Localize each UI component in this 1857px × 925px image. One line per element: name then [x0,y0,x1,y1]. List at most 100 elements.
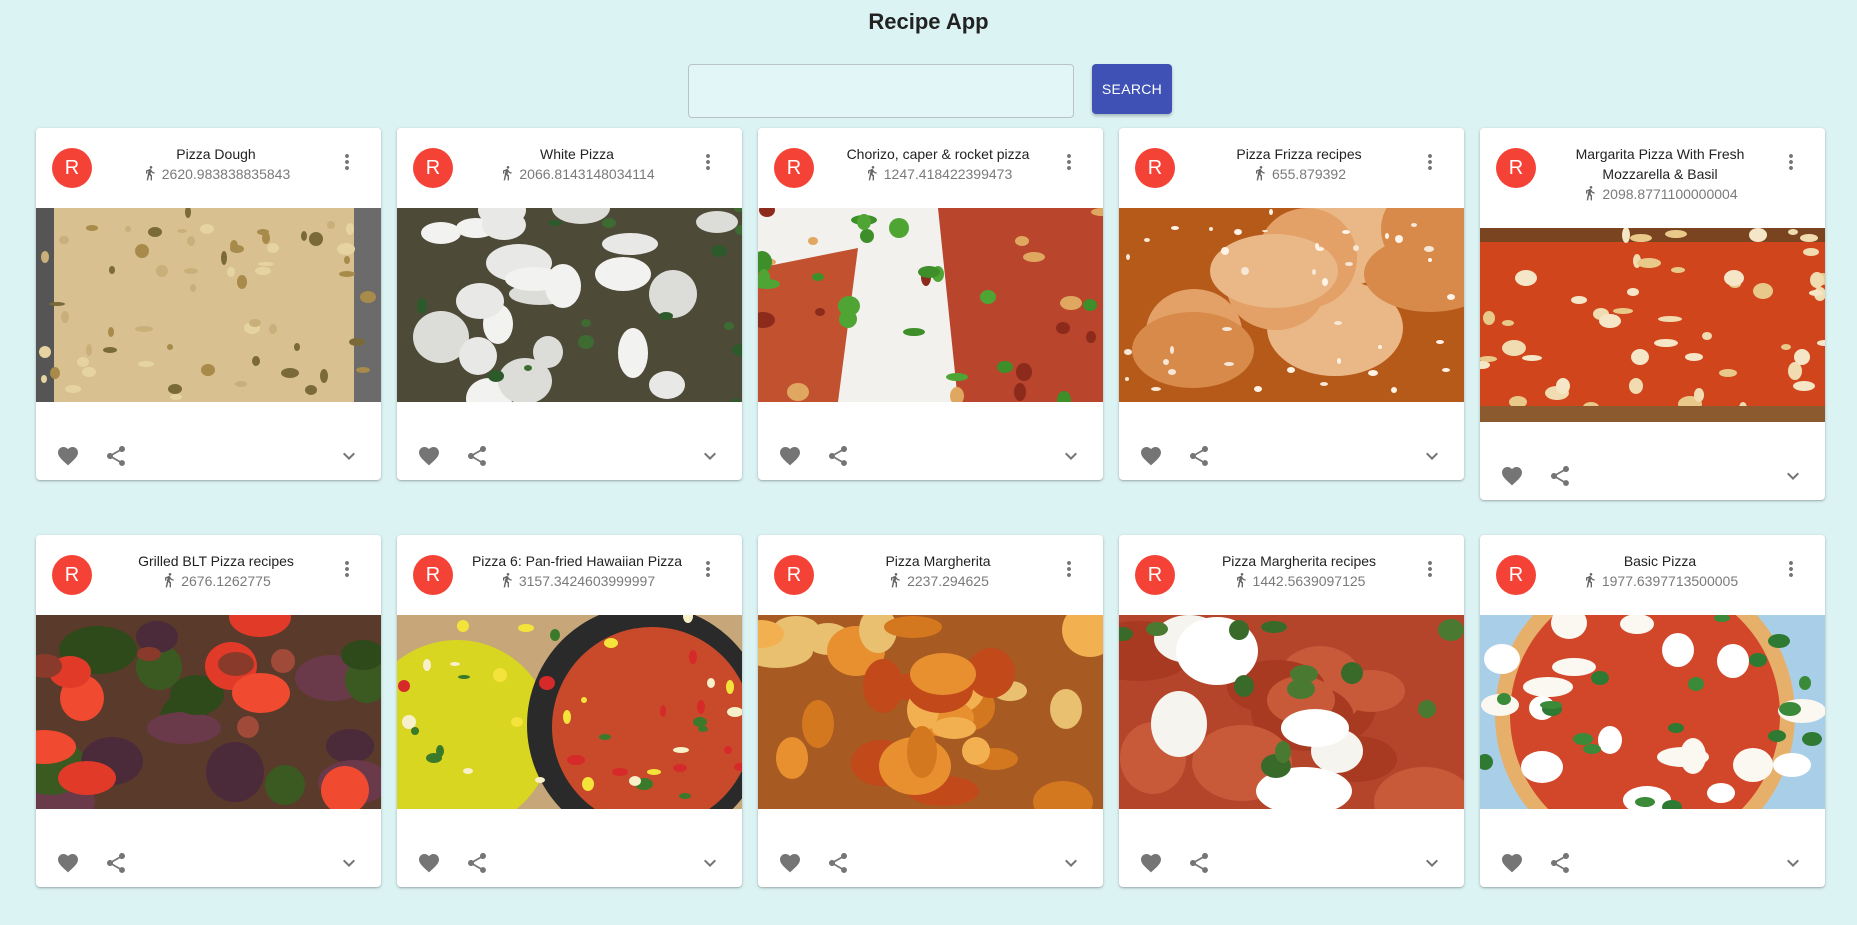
avatar: R [1496,148,1536,188]
recipe-calories-row: 2676.1262775 [100,571,332,591]
run-icon [1233,572,1249,588]
chevron-down-icon[interactable] [1059,851,1083,875]
recipe-calories-row: 1247.418422399473 [822,164,1054,184]
recipe-image [397,208,742,402]
card-header: R Pizza Margherita 2237.294625 [758,535,1103,615]
chevron-down-icon[interactable] [1781,464,1805,488]
recipe-card[interactable]: R Pizza Margherita 2237.294625 [758,535,1103,887]
heart-icon[interactable] [778,851,802,875]
chevron-down-icon[interactable] [1420,444,1444,468]
share-icon[interactable] [1187,851,1211,875]
recipe-title: Pizza Margherita recipes [1221,553,1377,569]
recipe-title: Pizza Frizza recipes [1236,146,1362,162]
heart-icon[interactable] [417,851,441,875]
card-actions [1119,432,1464,480]
more-vert-icon[interactable] [1779,150,1803,174]
heart-icon[interactable] [778,444,802,468]
recipe-title: Chorizo, caper & rocket pizza [846,146,1030,162]
avatar: R [1496,555,1536,595]
share-icon[interactable] [104,851,128,875]
recipe-card[interactable]: R Pizza Frizza recipes 655.879392 [1119,128,1464,480]
card-header: R Basic Pizza 1977.6397713500005 [1480,535,1825,615]
recipe-calories: 2098.8771100000004 [1602,186,1738,202]
heart-icon[interactable] [1139,444,1163,468]
more-vert-icon[interactable] [1418,557,1442,581]
recipe-calories-row: 2237.294625 [822,571,1054,591]
heart-icon[interactable] [1500,851,1524,875]
card-actions [758,839,1103,887]
run-icon [499,572,515,588]
avatar: R [52,555,92,595]
more-vert-icon[interactable] [335,557,359,581]
chevron-down-icon[interactable] [1059,444,1083,468]
card-header: R Pizza Margherita recipes 1442.5639097125 [1119,535,1464,615]
more-vert-icon[interactable] [696,150,720,174]
chevron-down-icon[interactable] [337,851,361,875]
card-actions [36,432,381,480]
recipe-card[interactable]: R Basic Pizza 1977.6397713500005 [1480,535,1825,887]
chevron-down-icon[interactable] [1781,851,1805,875]
recipe-card[interactable]: R Chorizo, caper & rocket pizza 1247.41842… [758,128,1103,480]
run-icon [161,572,177,588]
share-icon[interactable] [465,444,489,468]
recipe-card[interactable]: R White Pizza 2066.8143148034114 [397,128,742,480]
share-icon[interactable] [826,444,850,468]
recipe-card[interactable]: R Grilled BLT Pizza recipes 2676.1262775 [36,535,381,887]
more-vert-icon[interactable] [1418,150,1442,174]
chevron-down-icon[interactable] [337,444,361,468]
recipe-calories-row: 2066.8143148034114 [461,164,693,184]
avatar: R [52,148,92,188]
chevron-down-icon[interactable] [1420,851,1444,875]
recipe-calories: 3157.3424603999997 [518,573,656,589]
recipe-calories-row: 1442.5639097125 [1183,571,1415,591]
share-icon[interactable] [465,851,489,875]
recipe-calories: 1977.6397713500005 [1601,573,1739,589]
card-header: R White Pizza 2066.8143148034114 [397,128,742,208]
more-vert-icon[interactable] [696,557,720,581]
recipe-title: White Pizza [540,146,614,162]
recipe-card[interactable]: R Pizza 6: Pan-fried Hawaiian Pizza 3157.3… [397,535,742,887]
chevron-down-icon[interactable] [698,851,722,875]
recipe-calories-row: 655.879392 [1183,164,1415,184]
card-header: R Margarita Pizza With Fresh Mozzarella &… [1480,128,1825,228]
share-icon[interactable] [1548,851,1572,875]
recipe-calories: 655.879392 [1272,166,1346,182]
recipe-calories-row: 1977.6397713500005 [1544,571,1776,591]
chevron-down-icon[interactable] [698,444,722,468]
avatar: R [413,555,453,595]
recipe-card[interactable]: R Pizza Margherita recipes 1442.5639097125 [1119,535,1464,887]
search-button[interactable]: SEARCH [1092,64,1172,114]
share-icon[interactable] [104,444,128,468]
more-vert-icon[interactable] [1057,557,1081,581]
recipe-card[interactable]: R Pizza Dough 2620.983838835843 [36,128,381,480]
avatar: R [1135,148,1175,188]
run-icon [887,572,903,588]
card-header: R Pizza Frizza recipes 655.879392 [1119,128,1464,208]
share-icon[interactable] [826,851,850,875]
search-input[interactable] [688,64,1074,118]
recipe-image [758,615,1103,809]
recipe-title: Pizza Margherita [885,553,991,569]
app-title: Recipe App [868,9,989,34]
recipe-card[interactable]: R Margarita Pizza With Fresh Mozzarella &… [1480,128,1825,500]
recipe-title: Grilled BLT Pizza recipes [138,553,294,569]
more-vert-icon[interactable] [335,150,359,174]
heart-icon[interactable] [1500,464,1524,488]
heart-icon[interactable] [1139,851,1163,875]
share-icon[interactable] [1187,444,1211,468]
recipe-image [1119,208,1464,402]
card-actions [758,432,1103,480]
avatar: R [774,555,814,595]
heart-icon[interactable] [417,444,441,468]
card-header: R Pizza Dough 2620.983838835843 [36,128,381,208]
heart-icon[interactable] [56,444,80,468]
more-vert-icon[interactable] [1057,150,1081,174]
run-icon [499,165,515,181]
share-icon[interactable] [1548,464,1572,488]
run-icon [864,165,880,181]
more-vert-icon[interactable] [1779,557,1803,581]
run-icon [1582,572,1598,588]
card-header: R Pizza 6: Pan-fried Hawaiian Pizza 3157.3… [397,535,742,615]
avatar: R [413,148,453,188]
heart-icon[interactable] [56,851,80,875]
